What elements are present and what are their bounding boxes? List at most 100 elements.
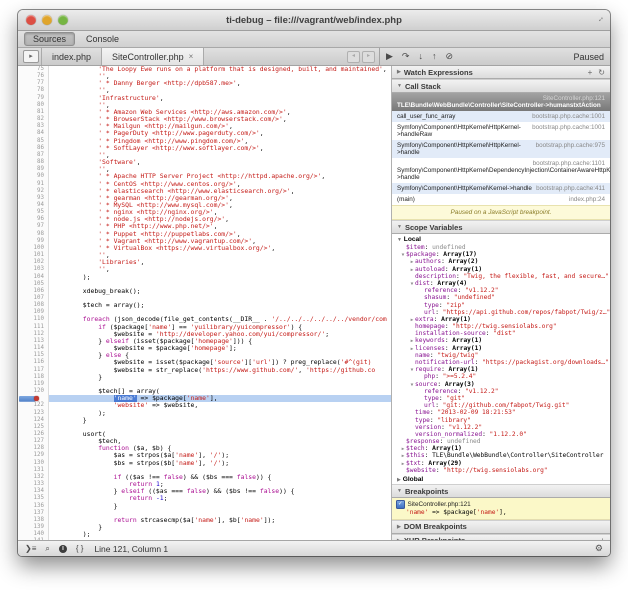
- line-number-gutter[interactable]: 86: [18, 145, 49, 152]
- line-number-gutter[interactable]: 137: [18, 510, 49, 517]
- title-bar[interactable]: ti-debug – file:///vagrant/web/index.php…: [18, 10, 610, 31]
- line-number-gutter[interactable]: 75: [18, 66, 49, 73]
- code-line[interactable]: 108$tech = array();: [18, 302, 391, 309]
- code-text[interactable]: '',: [49, 252, 391, 259]
- code-text[interactable]: ' * MySQL <http://www.mysql.com/>',: [49, 202, 391, 209]
- line-number-gutter[interactable]: 128: [18, 445, 49, 452]
- code-text[interactable]: $tech,: [49, 438, 391, 445]
- code-line[interactable]: 127$tech,: [18, 438, 391, 445]
- line-number-gutter[interactable]: 92: [18, 188, 49, 195]
- code-line[interactable]: 98' * Puppet <http://puppetlabs.com/>',: [18, 231, 391, 238]
- line-number-gutter[interactable]: 109: [18, 309, 49, 316]
- watch-expressions-header[interactable]: ▶ Watch Expressions + ↻: [392, 66, 610, 79]
- scope-variable[interactable]: reference: "v1.12.2": [392, 287, 610, 294]
- line-number-gutter[interactable]: 131: [18, 467, 49, 474]
- code-text[interactable]: [49, 281, 391, 288]
- code-text[interactable]: '',: [49, 152, 391, 159]
- code-text[interactable]: }: [49, 417, 391, 424]
- code-line[interactable]: 135return -1;: [18, 495, 391, 502]
- code-text[interactable]: $bs = strpos($b['name'], '/');: [49, 460, 391, 467]
- line-number-gutter[interactable]: 113: [18, 338, 49, 345]
- code-text[interactable]: ' * Danny Berger <http://dpb587.me>',: [49, 80, 391, 87]
- code-line[interactable]: 86' * SoftLayer <http://www.softlayer.co…: [18, 145, 391, 152]
- code-text[interactable]: [49, 295, 391, 302]
- line-number-gutter[interactable]: 110: [18, 316, 49, 323]
- line-number-gutter[interactable]: 77: [18, 80, 49, 87]
- scope-variable[interactable]: type: "library": [392, 417, 610, 424]
- line-number-gutter[interactable]: 103: [18, 266, 49, 273]
- scope-variable[interactable]: version: "v1.12.2": [392, 424, 610, 431]
- code-line[interactable]: 131: [18, 467, 391, 474]
- code-text[interactable]: [49, 309, 391, 316]
- callstack-frame[interactable]: SiteController.php:121TLE\Bundle\WebBund…: [392, 93, 610, 111]
- line-number-gutter[interactable]: 140: [18, 531, 49, 538]
- line-number-gutter[interactable]: 82: [18, 116, 49, 123]
- code-text[interactable]: $tech[] = array(: [49, 388, 391, 395]
- code-text[interactable]: $website = isset($package['source']['url…: [49, 359, 391, 366]
- code-line[interactable]: 129$as = strpos($a['name'], '/');: [18, 452, 391, 459]
- code-line[interactable]: 125: [18, 424, 391, 431]
- pause-circle-icon[interactable]: ‖: [59, 545, 67, 553]
- code-text[interactable]: ' * nginx <http://nginx.org/>',: [49, 209, 391, 216]
- code-text[interactable]: 'The Loopy Ewe runs on a platform that i…: [49, 66, 391, 73]
- code-text[interactable]: );: [49, 274, 391, 281]
- code-text[interactable]: return strcasecmp($a['name'], $b['name']…: [49, 517, 391, 524]
- refresh-watch-icon[interactable]: ↻: [598, 68, 605, 77]
- scope-variable[interactable]: installation-source: "dist": [392, 330, 610, 337]
- code-text[interactable]: } else {: [49, 352, 391, 359]
- line-number-gutter[interactable]: 129: [18, 452, 49, 459]
- code-text[interactable]: ' * PHP <http://www.php.net/>',: [49, 223, 391, 230]
- line-number-gutter[interactable]: 119: [18, 381, 49, 388]
- code-line[interactable]: 77' * Danny Berger <http://dpb587.me>',: [18, 80, 391, 87]
- code-line[interactable]: 126usort(: [18, 431, 391, 438]
- scope-variable[interactable]: $response: undefined: [392, 438, 610, 445]
- code-text[interactable]: 'website' => $website,: [49, 402, 391, 409]
- code-text[interactable]: } elseif (($as === false) && ($bs !== fa…: [49, 488, 391, 495]
- line-number-gutter[interactable]: 95: [18, 209, 49, 216]
- scope-variable[interactable]: ▶authors: Array(2): [392, 258, 610, 265]
- code-line[interactable]: 107: [18, 295, 391, 302]
- scope-variable[interactable]: ▼source: Array(3): [392, 381, 610, 388]
- breakpoint-checkbox[interactable]: ✓: [396, 500, 405, 509]
- step-into-button[interactable]: ↓: [418, 52, 423, 61]
- callstack-frame[interactable]: index.php:24(main): [392, 194, 610, 205]
- code-text[interactable]: } elseif (isset($package['homepage'])) {: [49, 338, 391, 345]
- code-line[interactable]: 103'',: [18, 266, 391, 273]
- source-editor[interactable]: 75'The Loopy Ewe runs on a platform that…: [18, 66, 392, 540]
- code-line[interactable]: 140);: [18, 531, 391, 538]
- scope-variable[interactable]: url: "git://github.com/fabpot/Twig.git": [392, 402, 610, 409]
- scope-variable[interactable]: url: "https://api.github.com/repos/fabpo…: [392, 309, 610, 316]
- code-text[interactable]: ' * BrowserStack <http://www.browserstac…: [49, 116, 391, 123]
- line-number-gutter[interactable]: 96: [18, 216, 49, 223]
- breakpoint-dot-icon[interactable]: [34, 396, 39, 401]
- code-line[interactable]: 136}: [18, 503, 391, 510]
- line-number-gutter[interactable]: 115: [18, 352, 49, 359]
- code-text[interactable]: 'Software',: [49, 159, 391, 166]
- scope-variable[interactable]: time: "2013-02-09 18:21:53": [392, 409, 610, 416]
- code-line[interactable]: 80'',: [18, 102, 391, 109]
- scope-local-group[interactable]: ▼ Local: [392, 234, 610, 244]
- code-line[interactable]: 114$website = $package['homepage'];: [18, 345, 391, 352]
- line-number-gutter[interactable]: 104: [18, 274, 49, 281]
- code-line[interactable]: 84' * PagerDuty <http://www.pagerduty.co…: [18, 130, 391, 137]
- code-line[interactable]: 75'The Loopy Ewe runs on a platform that…: [18, 66, 391, 73]
- scope-variable[interactable]: $item: undefined: [392, 244, 610, 251]
- code-text[interactable]: $website = $package['homepage'];: [49, 345, 391, 352]
- line-number-gutter[interactable]: 99: [18, 238, 49, 245]
- code-line[interactable]: 132if (($as !== false) && ($bs === false…: [18, 474, 391, 481]
- code-line[interactable]: 138return strcasecmp($a['name'], $b['nam…: [18, 517, 391, 524]
- code-text[interactable]: );: [49, 410, 391, 417]
- line-number-gutter[interactable]: 98: [18, 231, 49, 238]
- code-line[interactable]: 93' * gearman <http://gearman.org/>',: [18, 195, 391, 202]
- line-number-gutter[interactable]: 84: [18, 130, 49, 137]
- line-number-gutter[interactable]: 118: [18, 374, 49, 381]
- code-line[interactable]: 124}: [18, 417, 391, 424]
- line-number-gutter[interactable]: 100: [18, 245, 49, 252]
- code-line[interactable]: 133return 1;: [18, 481, 391, 488]
- code-line[interactable]: 128function ($a, $b) {: [18, 445, 391, 452]
- code-line[interactable]: 118}: [18, 374, 391, 381]
- code-text[interactable]: 'Infrastructure',: [49, 95, 391, 102]
- line-number-gutter[interactable]: 107: [18, 295, 49, 302]
- line-number-gutter[interactable]: 80: [18, 102, 49, 109]
- line-number-gutter[interactable]: 117: [18, 367, 49, 374]
